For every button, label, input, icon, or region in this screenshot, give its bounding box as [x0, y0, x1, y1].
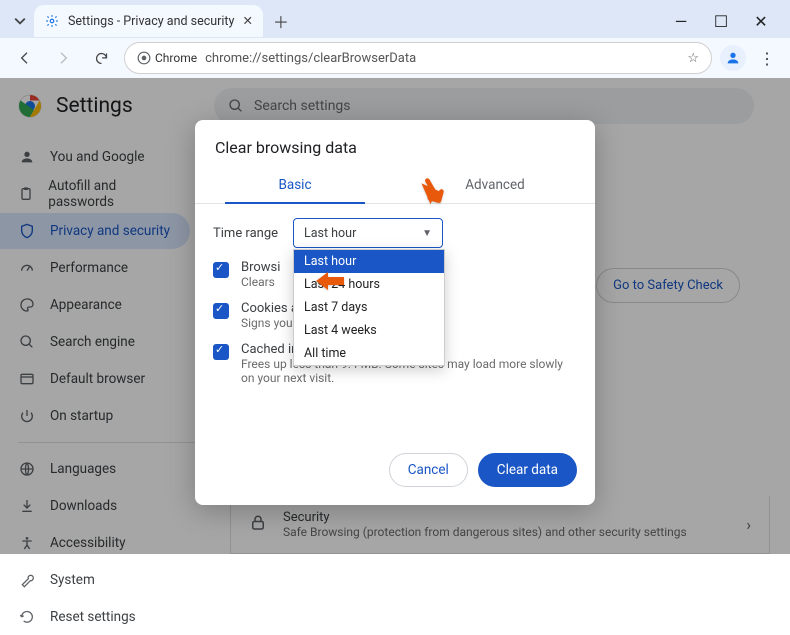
new-tab-button[interactable]: ＋ — [267, 7, 295, 35]
annotation-arrow-select — [420, 178, 448, 210]
tab-title: Settings - Privacy and security — [68, 14, 234, 29]
option-last-7-days[interactable]: Last 7 days — [294, 296, 444, 319]
bookmark-icon[interactable]: ☆ — [687, 51, 699, 66]
wrench-icon — [18, 572, 36, 588]
time-range-label: Time range — [213, 226, 283, 241]
settings-favicon — [44, 13, 60, 29]
reload-button[interactable] — [86, 43, 116, 73]
reset-icon — [18, 609, 36, 625]
clear-data-button[interactable]: Clear data — [478, 453, 577, 487]
tab-basic[interactable]: Basic — [195, 167, 395, 203]
site-chip: Chrome — [137, 51, 197, 65]
close-window-button[interactable]: ✕ — [750, 12, 772, 31]
checkbox-cookies[interactable] — [213, 303, 229, 319]
profile-button[interactable] — [720, 45, 746, 71]
caret-down-icon: ▼ — [422, 228, 432, 239]
time-range-dropdown: Last hour Last 24 hours Last 7 days Last… — [293, 249, 445, 366]
sidebar-item-reset[interactable]: Reset settings — [0, 599, 190, 635]
checkbox-cache[interactable] — [213, 344, 229, 360]
time-range-select[interactable]: Last hour ▼ Last hour Last 24 hours Last… — [293, 218, 443, 248]
maximize-button[interactable]: ☐ — [710, 12, 732, 31]
browser-tab[interactable]: Settings - Privacy and security ✕ — [34, 5, 263, 37]
dialog-title: Clear browsing data — [195, 120, 595, 167]
clear-browsing-data-dialog: Clear browsing data Basic Advanced Time … — [195, 120, 595, 505]
forward-button[interactable] — [48, 43, 78, 73]
back-button[interactable] — [10, 43, 40, 73]
item-browsing-title: Browsi — [241, 260, 280, 275]
cancel-button[interactable]: Cancel — [389, 453, 468, 487]
checkbox-browsing-history[interactable] — [213, 262, 229, 278]
annotation-arrow-alltime — [316, 270, 344, 296]
sidebar-item-system[interactable]: System — [0, 562, 190, 598]
omnibox[interactable]: Chrome chrome://settings/clearBrowserDat… — [124, 42, 712, 74]
option-all-time[interactable]: All time — [294, 342, 444, 365]
tab-search-button[interactable] — [6, 7, 34, 35]
omnibox-url: chrome://settings/clearBrowserData — [205, 51, 416, 66]
close-tab-icon[interactable]: ✕ — [242, 13, 252, 29]
minimize-button[interactable]: ― — [670, 12, 692, 31]
menu-button[interactable]: ⋮ — [754, 45, 780, 71]
item-browsing-sub: Clears — [241, 275, 280, 289]
option-last-4-weeks[interactable]: Last 4 weeks — [294, 319, 444, 342]
